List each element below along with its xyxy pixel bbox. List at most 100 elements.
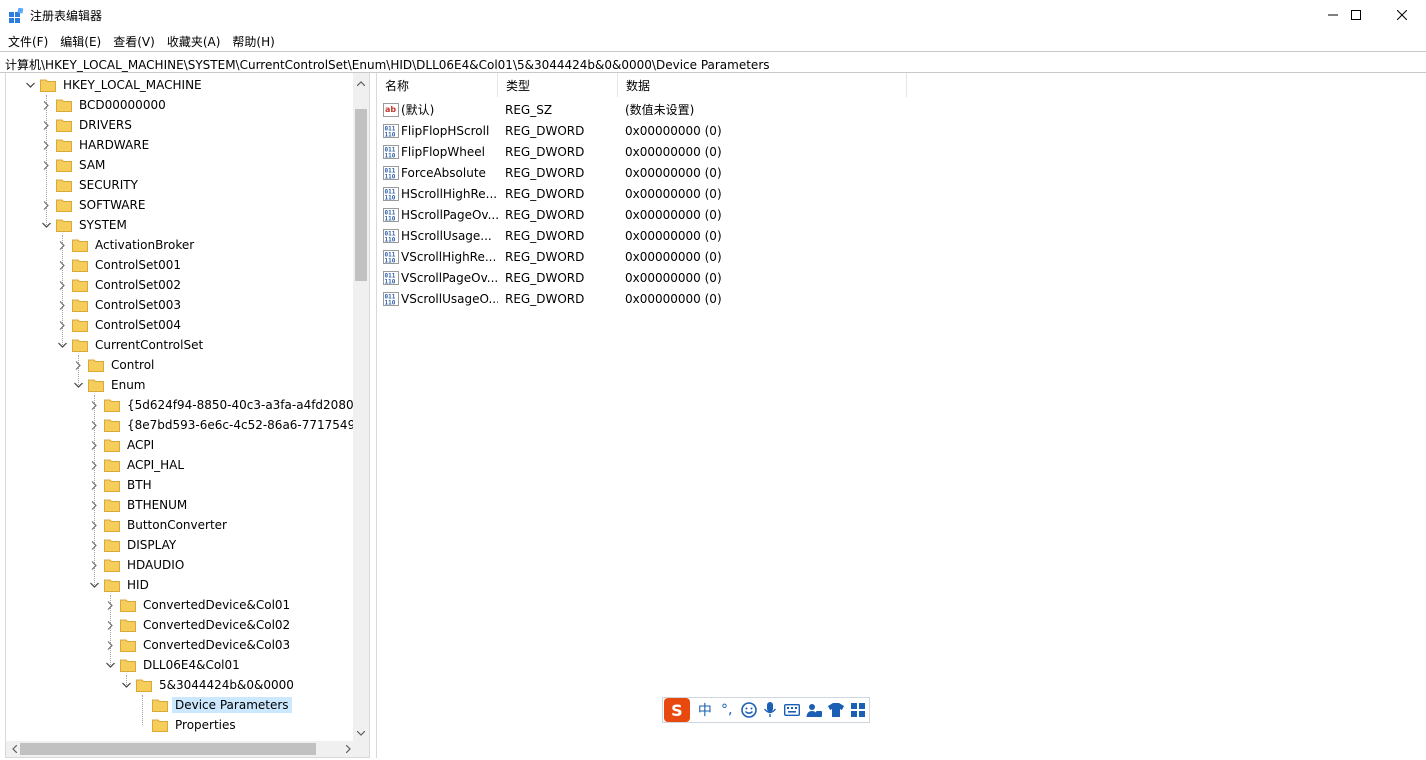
tree-node[interactable]: HDAUDIO	[88, 555, 187, 575]
chevron-right-icon[interactable]	[88, 459, 100, 471]
chevron-right-icon[interactable]	[88, 559, 100, 571]
chevron-right-icon[interactable]	[88, 519, 100, 531]
chevron-right-icon[interactable]	[56, 279, 68, 291]
menu-edit[interactable]: 编辑(E)	[54, 31, 107, 51]
tree-node[interactable]: ControlSet002	[56, 275, 184, 295]
chevron-right-icon[interactable]	[104, 599, 116, 611]
tree-node[interactable]: SYSTEM	[40, 215, 130, 235]
address-bar[interactable]: 计算机\HKEY_LOCAL_MACHINE\SYSTEM\CurrentCon…	[0, 51, 1426, 73]
tree-node[interactable]: ACPI_HAL	[88, 455, 187, 475]
chevron-right-icon[interactable]	[72, 359, 84, 371]
menu-help[interactable]: 帮助(H)	[226, 31, 280, 51]
tree-horizontal-scroll-thumb[interactable]	[20, 743, 316, 755]
menu-favorites[interactable]: 收藏夹(A)	[161, 31, 227, 51]
tree-node[interactable]: {8e7bd593-6e6c-4c52-86a6-77175494dc	[88, 415, 356, 435]
column-header-name[interactable]: 名称	[377, 73, 498, 97]
tree-node[interactable]: ControlSet003	[56, 295, 184, 315]
value-row[interactable]: 011 110 HScrollUsage... REG_DWORD 0x00000000…	[377, 225, 818, 246]
value-row[interactable]: 011 110 ForceAbsolute REG_DWORD 0x00000000 (…	[377, 162, 818, 183]
tree-node[interactable]: SAM	[40, 155, 108, 175]
ime-mode-toggle[interactable]: 中	[694, 699, 716, 721]
tree-node[interactable]: ControlSet001	[56, 255, 184, 275]
tree-node[interactable]: Device Parameters	[136, 695, 292, 715]
tree-vertical-scrollbar[interactable]	[353, 73, 369, 741]
tree-node[interactable]: SECURITY	[40, 175, 141, 195]
value-row[interactable]: ab (默认) REG_SZ (数值未设置)	[377, 99, 818, 120]
tree-node[interactable]: DISPLAY	[88, 535, 179, 555]
chevron-right-icon[interactable]	[88, 539, 100, 551]
close-button[interactable]	[1379, 0, 1425, 30]
tree-node[interactable]: ButtonConverter	[88, 515, 230, 535]
user-tools-icon[interactable]	[803, 699, 825, 721]
keyboard-icon[interactable]	[781, 699, 803, 721]
chevron-right-icon[interactable]	[104, 639, 116, 651]
tree-node[interactable]: HARDWARE	[40, 135, 152, 155]
chevron-right-icon[interactable]	[40, 199, 52, 211]
value-row[interactable]: 011 110 VScrollUsageO... REG_DWORD 0x0000000…	[377, 288, 818, 309]
chevron-down-icon[interactable]	[40, 219, 52, 231]
menu-file[interactable]: 文件(F)	[2, 31, 54, 51]
maximize-button[interactable]	[1333, 0, 1379, 30]
chevron-right-icon[interactable]	[56, 259, 68, 271]
tree-node[interactable]: SOFTWARE	[40, 195, 148, 215]
scroll-down-arrow-icon[interactable]	[353, 725, 369, 741]
chevron-right-icon[interactable]	[104, 619, 116, 631]
tree-node[interactable]: HID	[88, 575, 152, 595]
chevron-down-icon[interactable]	[56, 339, 68, 351]
value-row[interactable]: 011 110 VScrollHighRe... REG_DWORD 0x0000000…	[377, 246, 818, 267]
sogou-logo-icon[interactable]: S	[664, 698, 690, 722]
tree-node[interactable]: BTHENUM	[88, 495, 190, 515]
tree-horizontal-scrollbar[interactable]	[6, 741, 356, 757]
tree-node[interactable]: BTH	[88, 475, 155, 495]
value-row[interactable]: 011 110 FlipFlopHScroll REG_DWORD 0x00000000…	[377, 120, 818, 141]
tree-node[interactable]: ConvertedDevice&Col02	[104, 615, 293, 635]
tree-node[interactable]: ConvertedDevice&Col03	[104, 635, 293, 655]
value-row[interactable]: 011 110 VScrollPageOv... REG_DWORD 0x0000000…	[377, 267, 818, 288]
tree-node[interactable]: Enum	[72, 375, 148, 395]
tree-node[interactable]: ACPI	[88, 435, 157, 455]
chevron-down-icon[interactable]	[24, 79, 36, 91]
tree-node[interactable]: ConvertedDevice&Col01	[104, 595, 293, 615]
tree-node[interactable]: Control	[72, 355, 157, 375]
menu-view[interactable]: 查看(V)	[107, 31, 161, 51]
chevron-right-icon[interactable]	[88, 479, 100, 491]
chevron-down-icon[interactable]	[104, 659, 116, 671]
chevron-right-icon[interactable]	[40, 139, 52, 151]
column-header-data[interactable]: 数据	[618, 73, 907, 97]
tree-node[interactable]: HKEY_LOCAL_MACHINE	[24, 75, 205, 95]
value-row[interactable]: 011 110 HScrollHighRe... REG_DWORD 0x0000000…	[377, 183, 818, 204]
column-header-type[interactable]: 类型	[498, 73, 618, 97]
tree-node[interactable]: BCD00000000	[40, 95, 169, 115]
chevron-down-icon[interactable]	[72, 379, 84, 391]
ime-punctuation-toggle[interactable]: °,	[716, 699, 738, 721]
tree-node[interactable]: 5&3044424b&0&0000	[120, 675, 297, 695]
skin-icon[interactable]	[825, 699, 847, 721]
tree-node[interactable]: DRIVERS	[40, 115, 135, 135]
tree-node[interactable]: DLL06E4&Col01	[104, 655, 243, 675]
tree-vertical-scroll-thumb[interactable]	[355, 109, 367, 281]
toolbox-icon[interactable]	[847, 699, 869, 721]
chevron-right-icon[interactable]	[56, 299, 68, 311]
chevron-right-icon[interactable]	[56, 239, 68, 251]
chevron-right-icon[interactable]	[56, 319, 68, 331]
chevron-right-icon[interactable]	[40, 119, 52, 131]
address-path[interactable]: 计算机\HKEY_LOCAL_MACHINE\SYSTEM\CurrentCon…	[5, 56, 770, 73]
chevron-right-icon[interactable]	[88, 399, 100, 411]
chevron-right-icon[interactable]	[88, 439, 100, 451]
tree-node[interactable]: Properties	[136, 715, 239, 735]
tree-node[interactable]: ControlSet004	[56, 315, 184, 335]
chevron-right-icon[interactable]	[40, 99, 52, 111]
value-row[interactable]: 011 110 FlipFlopWheel REG_DWORD 0x00000000 (…	[377, 141, 818, 162]
chevron-right-icon[interactable]	[88, 499, 100, 511]
tree-node[interactable]: ActivationBroker	[56, 235, 197, 255]
value-row[interactable]: 011 110 HScrollPageOv... REG_DWORD 0x0000000…	[377, 204, 818, 225]
tree-node[interactable]: CurrentControlSet	[56, 335, 206, 355]
chevron-right-icon[interactable]	[40, 159, 52, 171]
chevron-down-icon[interactable]	[88, 579, 100, 591]
microphone-icon[interactable]	[760, 699, 782, 721]
chevron-right-icon[interactable]	[88, 419, 100, 431]
scroll-up-arrow-icon[interactable]	[353, 75, 369, 91]
emoji-icon[interactable]	[738, 699, 760, 721]
chevron-down-icon[interactable]	[120, 679, 132, 691]
tree-node[interactable]: {5d624f94-8850-40c3-a3fa-a4fd2080baf	[88, 395, 356, 415]
